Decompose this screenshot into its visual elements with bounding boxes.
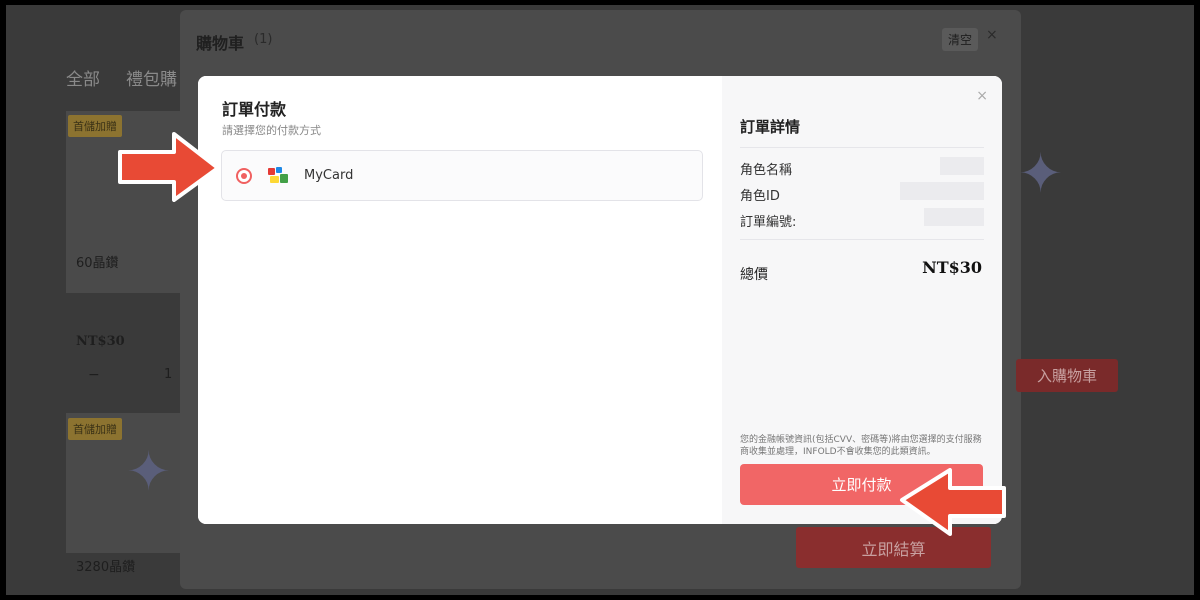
role-name-label: 角色名稱 [740,163,793,178]
order-details-title: 訂單詳情 [740,118,801,136]
payment-option-label: MyCard [304,168,354,183]
cart-title: 購物車 [196,34,245,53]
mycard-logo-icon [268,167,288,183]
first-topup-badge: 首儲加贈 [68,418,122,440]
role-id-value [900,182,984,200]
role-id-label: 角色ID [740,189,780,204]
payment-method-panel: 訂單付款 請選擇您的付款方式 MyCard [198,76,722,524]
total-label: 總價 [740,267,768,283]
close-icon[interactable]: × [976,88,988,104]
arrow-pointer-icon [900,468,1006,536]
arrow-pointer-icon [118,132,220,202]
cart-count: (1) [254,32,273,47]
order-number-value [924,208,984,226]
add-to-cart-button[interactable]: 入購物車 [1016,359,1118,392]
payment-option-mycard[interactable]: MyCard [221,150,703,201]
diamond-icon: ✦ [1018,142,1064,205]
cart-clear-button[interactable]: 清空 [942,28,979,51]
first-topup-badge: 首儲加贈 [68,115,122,137]
payment-modal: 訂單付款 請選擇您的付款方式 MyCard × 訂單詳情 角色名稱 角色ID 訂… [198,76,1002,524]
qty-value[interactable]: 1 [164,367,172,382]
role-name-value [940,157,984,175]
divider [740,239,984,240]
divider [740,147,984,148]
product-name: 3280晶鑽 [76,560,136,575]
payment-notice: 您的金融帳號資訊(包括CVV、密碼等)將由您選擇的支付服務商收集並處理，INFO… [740,435,982,457]
qty-minus-button[interactable]: − [88,367,100,383]
product-name: 60晶鑽 [76,256,119,271]
close-icon[interactable]: × [986,27,998,43]
order-number-label: 訂單編號: [740,215,797,230]
diamond-icon: ✦ [126,440,172,503]
modal-title: 訂單付款 [222,100,287,119]
add-to-cart-label: 入購物車 [1036,367,1097,385]
product-price: NT$30 [76,334,125,349]
radio-selected-icon[interactable] [236,168,252,184]
tab-all[interactable]: 全部 [66,65,100,90]
pay-now-label: 立即付款 [831,477,892,494]
checkout-label: 立即結算 [861,539,926,559]
total-value: NT$30 [922,258,982,277]
modal-subtitle: 請選擇您的付款方式 [222,124,321,137]
tab-gift[interactable]: 禮包購 [126,65,177,90]
order-details-panel: × 訂單詳情 角色名稱 角色ID 訂單編號: 總價 NT$30 您的金融帳號資訊… [722,76,1002,524]
